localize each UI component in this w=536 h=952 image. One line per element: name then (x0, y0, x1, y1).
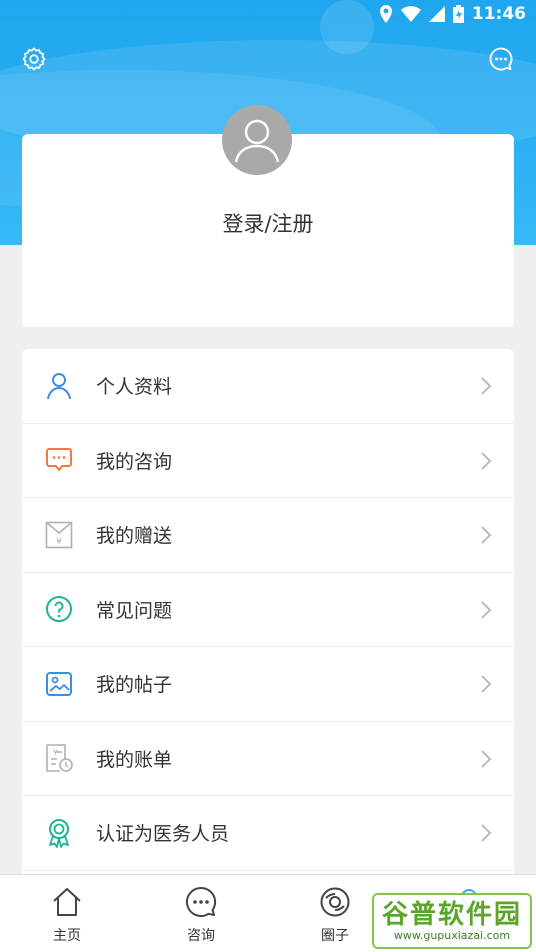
chevron-right-icon (480, 526, 492, 544)
tab-home[interactable]: 主页 (0, 875, 134, 952)
chevron-right-icon (480, 675, 492, 693)
chevron-right-icon (480, 824, 492, 842)
menu-item-label: 我的帖子 (96, 674, 173, 697)
menu-item-label: 认证为医务人员 (96, 823, 230, 846)
chat-bubble-icon[interactable] (488, 46, 514, 72)
menu-item-bills[interactable]: ¥ 我的账单 (22, 722, 514, 796)
menu-item-label: 我的赠送 (96, 525, 173, 548)
chevron-right-icon (480, 749, 492, 768)
picture-icon (44, 669, 74, 699)
menu-item-certification[interactable]: 认证为医务人员 (22, 796, 514, 871)
chevron-right-icon (480, 377, 492, 395)
menu-item-label: 我的咨询 (96, 450, 173, 473)
location-icon (379, 5, 393, 23)
badge-icon (44, 818, 74, 848)
status-time: 11:46 (471, 4, 526, 24)
menu-item-gifts[interactable]: ¥ 我的赠送 (22, 498, 514, 573)
bill-icon: ¥ (44, 743, 74, 773)
signal-icon (428, 6, 445, 22)
battery-icon (452, 5, 464, 23)
circle-icon (318, 885, 352, 919)
gift-envelope-icon: ¥ (44, 520, 74, 550)
menu-item-profile[interactable]: 个人资料 (22, 349, 514, 424)
wifi-icon (400, 6, 421, 22)
svg-text:¥: ¥ (56, 537, 62, 547)
menu-item-consultation[interactable]: 我的咨询 (22, 424, 514, 498)
message-dots-icon (44, 445, 74, 475)
tab-label: 咨询 (187, 928, 215, 944)
question-icon (44, 594, 74, 624)
watermark-url: www.gupuxiazai.com (393, 928, 511, 942)
gear-icon[interactable] (21, 46, 47, 72)
watermark-title: 谷普软件园 (381, 899, 522, 930)
menu-item-label: 我的账单 (96, 748, 173, 771)
login-register-link[interactable]: 登录/注册 (0, 208, 536, 238)
menu-item-label: 个人资料 (96, 376, 173, 399)
person-icon (44, 371, 74, 401)
menu-item-posts[interactable]: 我的帖子 (22, 647, 514, 722)
menu-list: 个人资料 我的咨询 ¥ 我的赠送 常见问题 我的帖子 ¥ 我的账单 认证为医务人… (22, 349, 514, 889)
status-bar: 11:46 (0, 0, 536, 28)
chevron-right-icon (480, 451, 492, 470)
watermark-logo: 谷普软件园 www.gupuxiazai.com (372, 893, 532, 949)
chevron-right-icon (480, 600, 492, 619)
home-icon (50, 885, 84, 919)
tab-label: 主页 (53, 928, 81, 944)
user-avatar-icon[interactable] (222, 105, 292, 175)
menu-item-faq[interactable]: 常见问题 (22, 573, 514, 647)
chat-icon (184, 885, 218, 919)
menu-item-label: 常见问题 (96, 599, 173, 622)
tab-label: 圈子 (321, 928, 349, 944)
tab-consultation[interactable]: 咨询 (134, 875, 268, 952)
